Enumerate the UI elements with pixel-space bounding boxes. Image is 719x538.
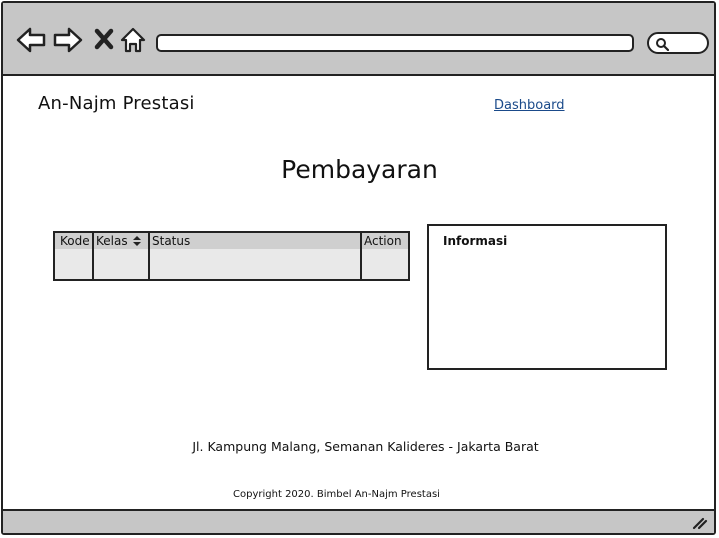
back-arrow-icon[interactable] xyxy=(16,25,46,55)
info-panel: Informasi xyxy=(427,224,667,370)
footer-address: Jl. Kampung Malang, Semanan Kalideres - … xyxy=(192,439,539,454)
browser-search-field[interactable] xyxy=(647,32,709,54)
column-header-action: Action xyxy=(364,234,402,248)
url-input[interactable] xyxy=(156,34,634,52)
forward-arrow-icon[interactable] xyxy=(53,25,83,55)
column-header-status: Status xyxy=(152,234,191,248)
home-icon[interactable] xyxy=(119,25,149,55)
column-kelas: Kelas xyxy=(92,233,148,279)
payment-table: Kode Kelas Status Action xyxy=(53,231,410,281)
close-icon[interactable] xyxy=(91,25,121,55)
brand-title: An-Najm Prestasi xyxy=(38,93,195,114)
column-header-kelas[interactable]: Kelas xyxy=(96,234,128,248)
dashboard-link[interactable]: Dashboard xyxy=(494,98,565,113)
browser-toolbar xyxy=(3,3,714,76)
search-icon xyxy=(656,38,669,51)
resize-handle-icon[interactable] xyxy=(692,516,708,530)
sort-icon[interactable] xyxy=(132,235,142,247)
browser-statusbar xyxy=(3,509,714,533)
column-header-kode: Kode xyxy=(60,234,90,248)
page-title: Pembayaran xyxy=(281,155,438,184)
info-panel-title: Informasi xyxy=(443,234,508,248)
footer-copyright: Copyright 2020. Bimbel An-Najm Prestasi xyxy=(233,489,440,500)
column-action: Action xyxy=(360,233,408,279)
column-status: Status xyxy=(148,233,360,279)
